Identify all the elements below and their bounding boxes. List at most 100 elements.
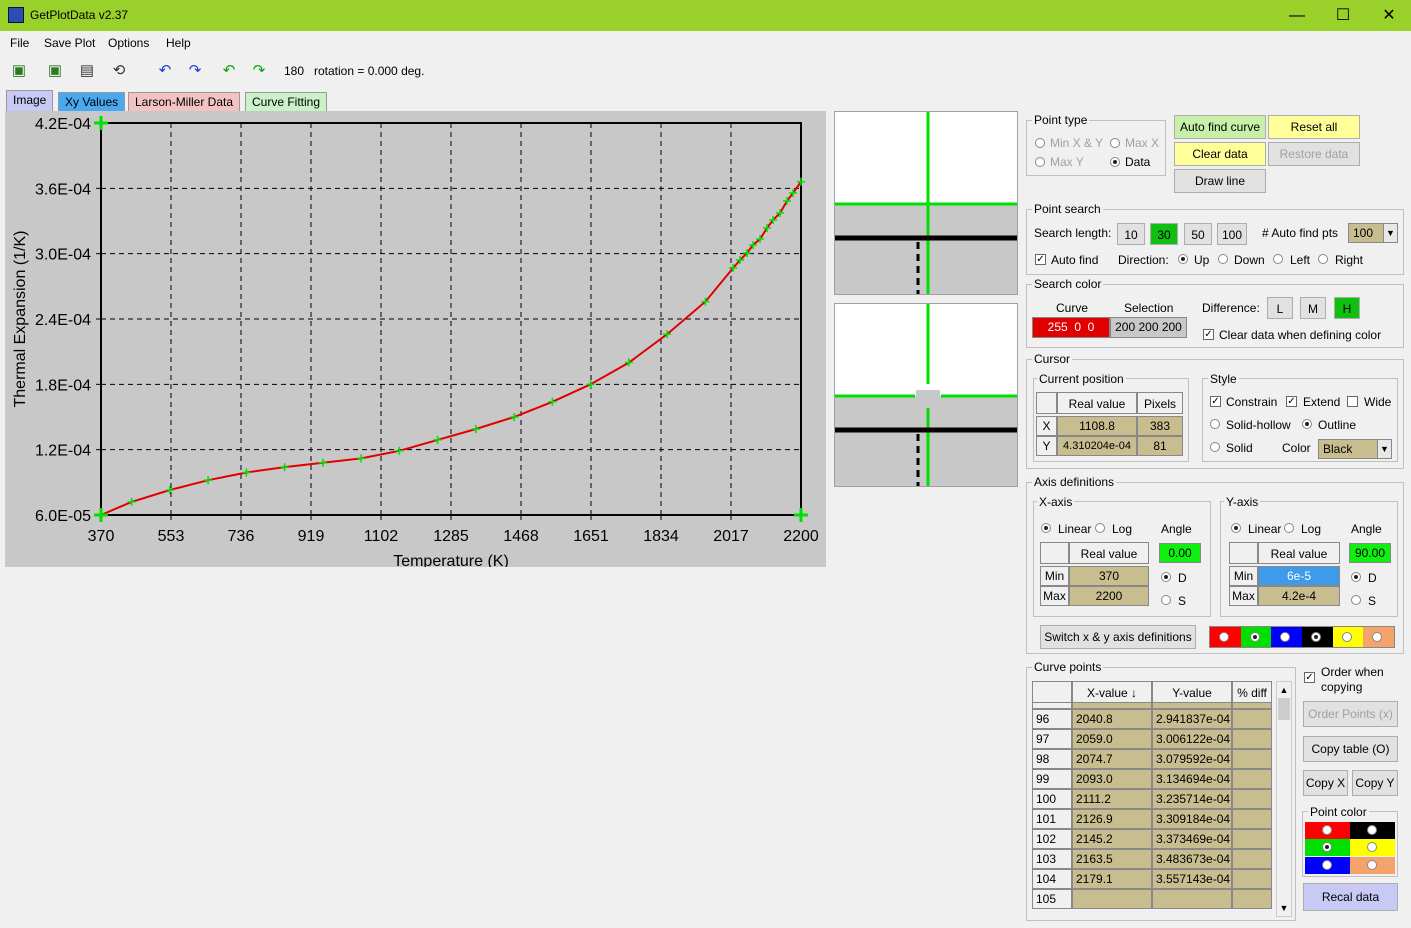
table-cell-diff[interactable] [1232, 709, 1272, 729]
point-color-swatch[interactable] [1305, 856, 1350, 874]
point-color-swatch[interactable] [1350, 839, 1395, 857]
table-cell-x[interactable]: 2179.1 [1072, 869, 1152, 889]
radio-outline[interactable] [1302, 419, 1312, 429]
diff-low-button[interactable]: L [1267, 297, 1293, 319]
point-color-swatch[interactable] [1350, 856, 1395, 874]
table-cell-x[interactable]: 2126.9 [1072, 809, 1152, 829]
x-radio-s[interactable] [1161, 595, 1171, 605]
point-color-radio[interactable] [1367, 859, 1377, 870]
radio-data[interactable] [1110, 157, 1120, 167]
axis-color-swatch[interactable] [1210, 627, 1241, 647]
table-row-number[interactable]: 99 [1032, 769, 1072, 789]
diff-high-button[interactable]: H [1334, 297, 1360, 319]
cursor-color-select[interactable]: Black ▼ [1318, 439, 1392, 459]
x-min-value[interactable]: 370 [1069, 566, 1149, 586]
radio-left[interactable] [1273, 254, 1283, 264]
table-cell-x[interactable]: 2145.2 [1072, 829, 1152, 849]
y-real-value-header[interactable]: Real value [1258, 542, 1340, 564]
y-max-label[interactable]: Max [1229, 586, 1258, 606]
wide-checkbox[interactable] [1347, 396, 1358, 407]
radio-down[interactable] [1218, 254, 1228, 264]
y-max-value[interactable]: 4.2e-4 [1258, 586, 1340, 606]
table-cell-x[interactable]: 2093.0 [1072, 769, 1152, 789]
auto-find-pts-select[interactable]: 100 ▼ [1348, 223, 1398, 243]
table-row-number[interactable]: 101 [1032, 809, 1072, 829]
table-cell-y[interactable]: 2.941837e-04 [1152, 709, 1232, 729]
table-cell-diff[interactable] [1232, 769, 1272, 789]
point-color-radio[interactable] [1322, 859, 1332, 870]
table-cell-y[interactable] [1152, 889, 1232, 909]
restore-data-button[interactable]: Restore data [1268, 142, 1360, 166]
table-cell-diff[interactable] [1232, 749, 1272, 769]
table-header-y[interactable]: Y-value [1152, 681, 1232, 703]
table-header-diff[interactable]: % diff [1232, 681, 1272, 703]
maximize-icon[interactable]: ☐ [1320, 0, 1366, 31]
y-radio-log[interactable] [1284, 523, 1294, 533]
x-radio-log[interactable] [1095, 523, 1105, 533]
copy-table-button[interactable]: Copy table (O) [1303, 736, 1398, 762]
radio-max-y[interactable] [1035, 157, 1045, 167]
point-color-radio[interactable] [1367, 842, 1377, 853]
switch-axis-button[interactable]: Switch x & y axis definitions [1040, 625, 1196, 649]
y-radio-s[interactable] [1351, 595, 1361, 605]
axis-color-radio[interactable] [1311, 632, 1322, 642]
table-row-number[interactable]: 98 [1032, 749, 1072, 769]
axis-color-radio[interactable] [1280, 632, 1291, 642]
table-cell-y[interactable]: 3.557143e-04 [1152, 869, 1232, 889]
axis-color-swatch[interactable] [1240, 627, 1272, 647]
x-max-label[interactable]: Max [1040, 586, 1069, 606]
table-cell-y[interactable]: 3.006122e-04 [1152, 729, 1232, 749]
recal-data-button[interactable]: Recal data [1303, 883, 1398, 911]
draw-line-button[interactable]: Draw line [1174, 169, 1266, 193]
reload-icon[interactable]: ⟲ [108, 60, 130, 82]
table-cell-x[interactable] [1072, 889, 1152, 909]
table-cell-y[interactable]: 3.483673e-04 [1152, 849, 1232, 869]
point-color-swatch[interactable] [1305, 822, 1350, 839]
x-angle-value[interactable]: 0.00 [1159, 543, 1201, 563]
table-row-number[interactable]: 104 [1032, 869, 1072, 889]
scroll-thumb[interactable] [1278, 698, 1290, 720]
reset-all-button[interactable]: Reset all [1268, 115, 1360, 139]
axis-color-radio[interactable] [1249, 632, 1260, 642]
menu-help[interactable]: Help [166, 36, 191, 50]
table-cell-x[interactable]: 2059.0 [1072, 729, 1152, 749]
table-cell-diff[interactable] [1232, 729, 1272, 749]
tab-larson-miller[interactable]: Larson-Miller Data [128, 92, 241, 112]
axis-color-swatch[interactable] [1332, 627, 1364, 647]
open-project-icon[interactable]: ▣ [44, 60, 66, 82]
radio-solid[interactable] [1210, 442, 1220, 452]
tab-image[interactable]: Image [6, 90, 54, 112]
y-min-value[interactable]: 6e-5 [1258, 566, 1340, 586]
menu-options[interactable]: Options [108, 36, 149, 50]
tab-curve-fitting[interactable]: Curve Fitting [245, 92, 328, 112]
axis-color-swatch[interactable] [1271, 627, 1303, 647]
table-row-number[interactable]: 102 [1032, 829, 1072, 849]
x-radio-linear[interactable] [1041, 523, 1051, 533]
table-header-x[interactable]: X-value ↓ [1072, 681, 1152, 703]
table-cell-diff[interactable] [1232, 869, 1272, 889]
menu-file[interactable]: File [10, 36, 29, 50]
order-when-copying-checkbox[interactable]: ✓ [1304, 672, 1315, 683]
table-row-number[interactable]: 105 [1032, 889, 1072, 909]
rotate-left-icon[interactable]: ↶ [154, 60, 176, 82]
table-cell-x[interactable]: 2111.2 [1072, 789, 1152, 809]
point-color-radio[interactable] [1367, 825, 1377, 835]
point-color-swatch[interactable] [1305, 839, 1350, 857]
x-real-value-header[interactable]: Real value [1069, 542, 1149, 564]
diff-medium-button[interactable]: M [1300, 297, 1326, 319]
order-points-button[interactable]: Order Points (x) [1303, 701, 1398, 727]
close-icon[interactable]: ✕ [1366, 0, 1411, 31]
table-cell-x[interactable]: 2074.7 [1072, 749, 1152, 769]
curve-color-swatch[interactable]: 255 0 0 [1032, 317, 1110, 338]
length-30-button[interactable]: 30 [1150, 223, 1178, 245]
plot-canvas[interactable]: 370 553 736 919 1102 1285 1468 1651 1834 2017 2200… [5, 111, 826, 570]
radio-up[interactable] [1178, 254, 1188, 264]
rotate-right-icon[interactable]: ↷ [184, 60, 206, 82]
table-cell-x[interactable]: 2163.5 [1072, 849, 1152, 869]
table-cell-x[interactable]: 2040.8 [1072, 709, 1152, 729]
table-row-number[interactable]: 97 [1032, 729, 1072, 749]
axis-color-swatch[interactable] [1363, 627, 1395, 647]
x-max-value[interactable]: 2200 [1069, 586, 1149, 606]
table-cell-diff[interactable] [1232, 889, 1272, 909]
radio-min-xy[interactable] [1035, 138, 1045, 148]
